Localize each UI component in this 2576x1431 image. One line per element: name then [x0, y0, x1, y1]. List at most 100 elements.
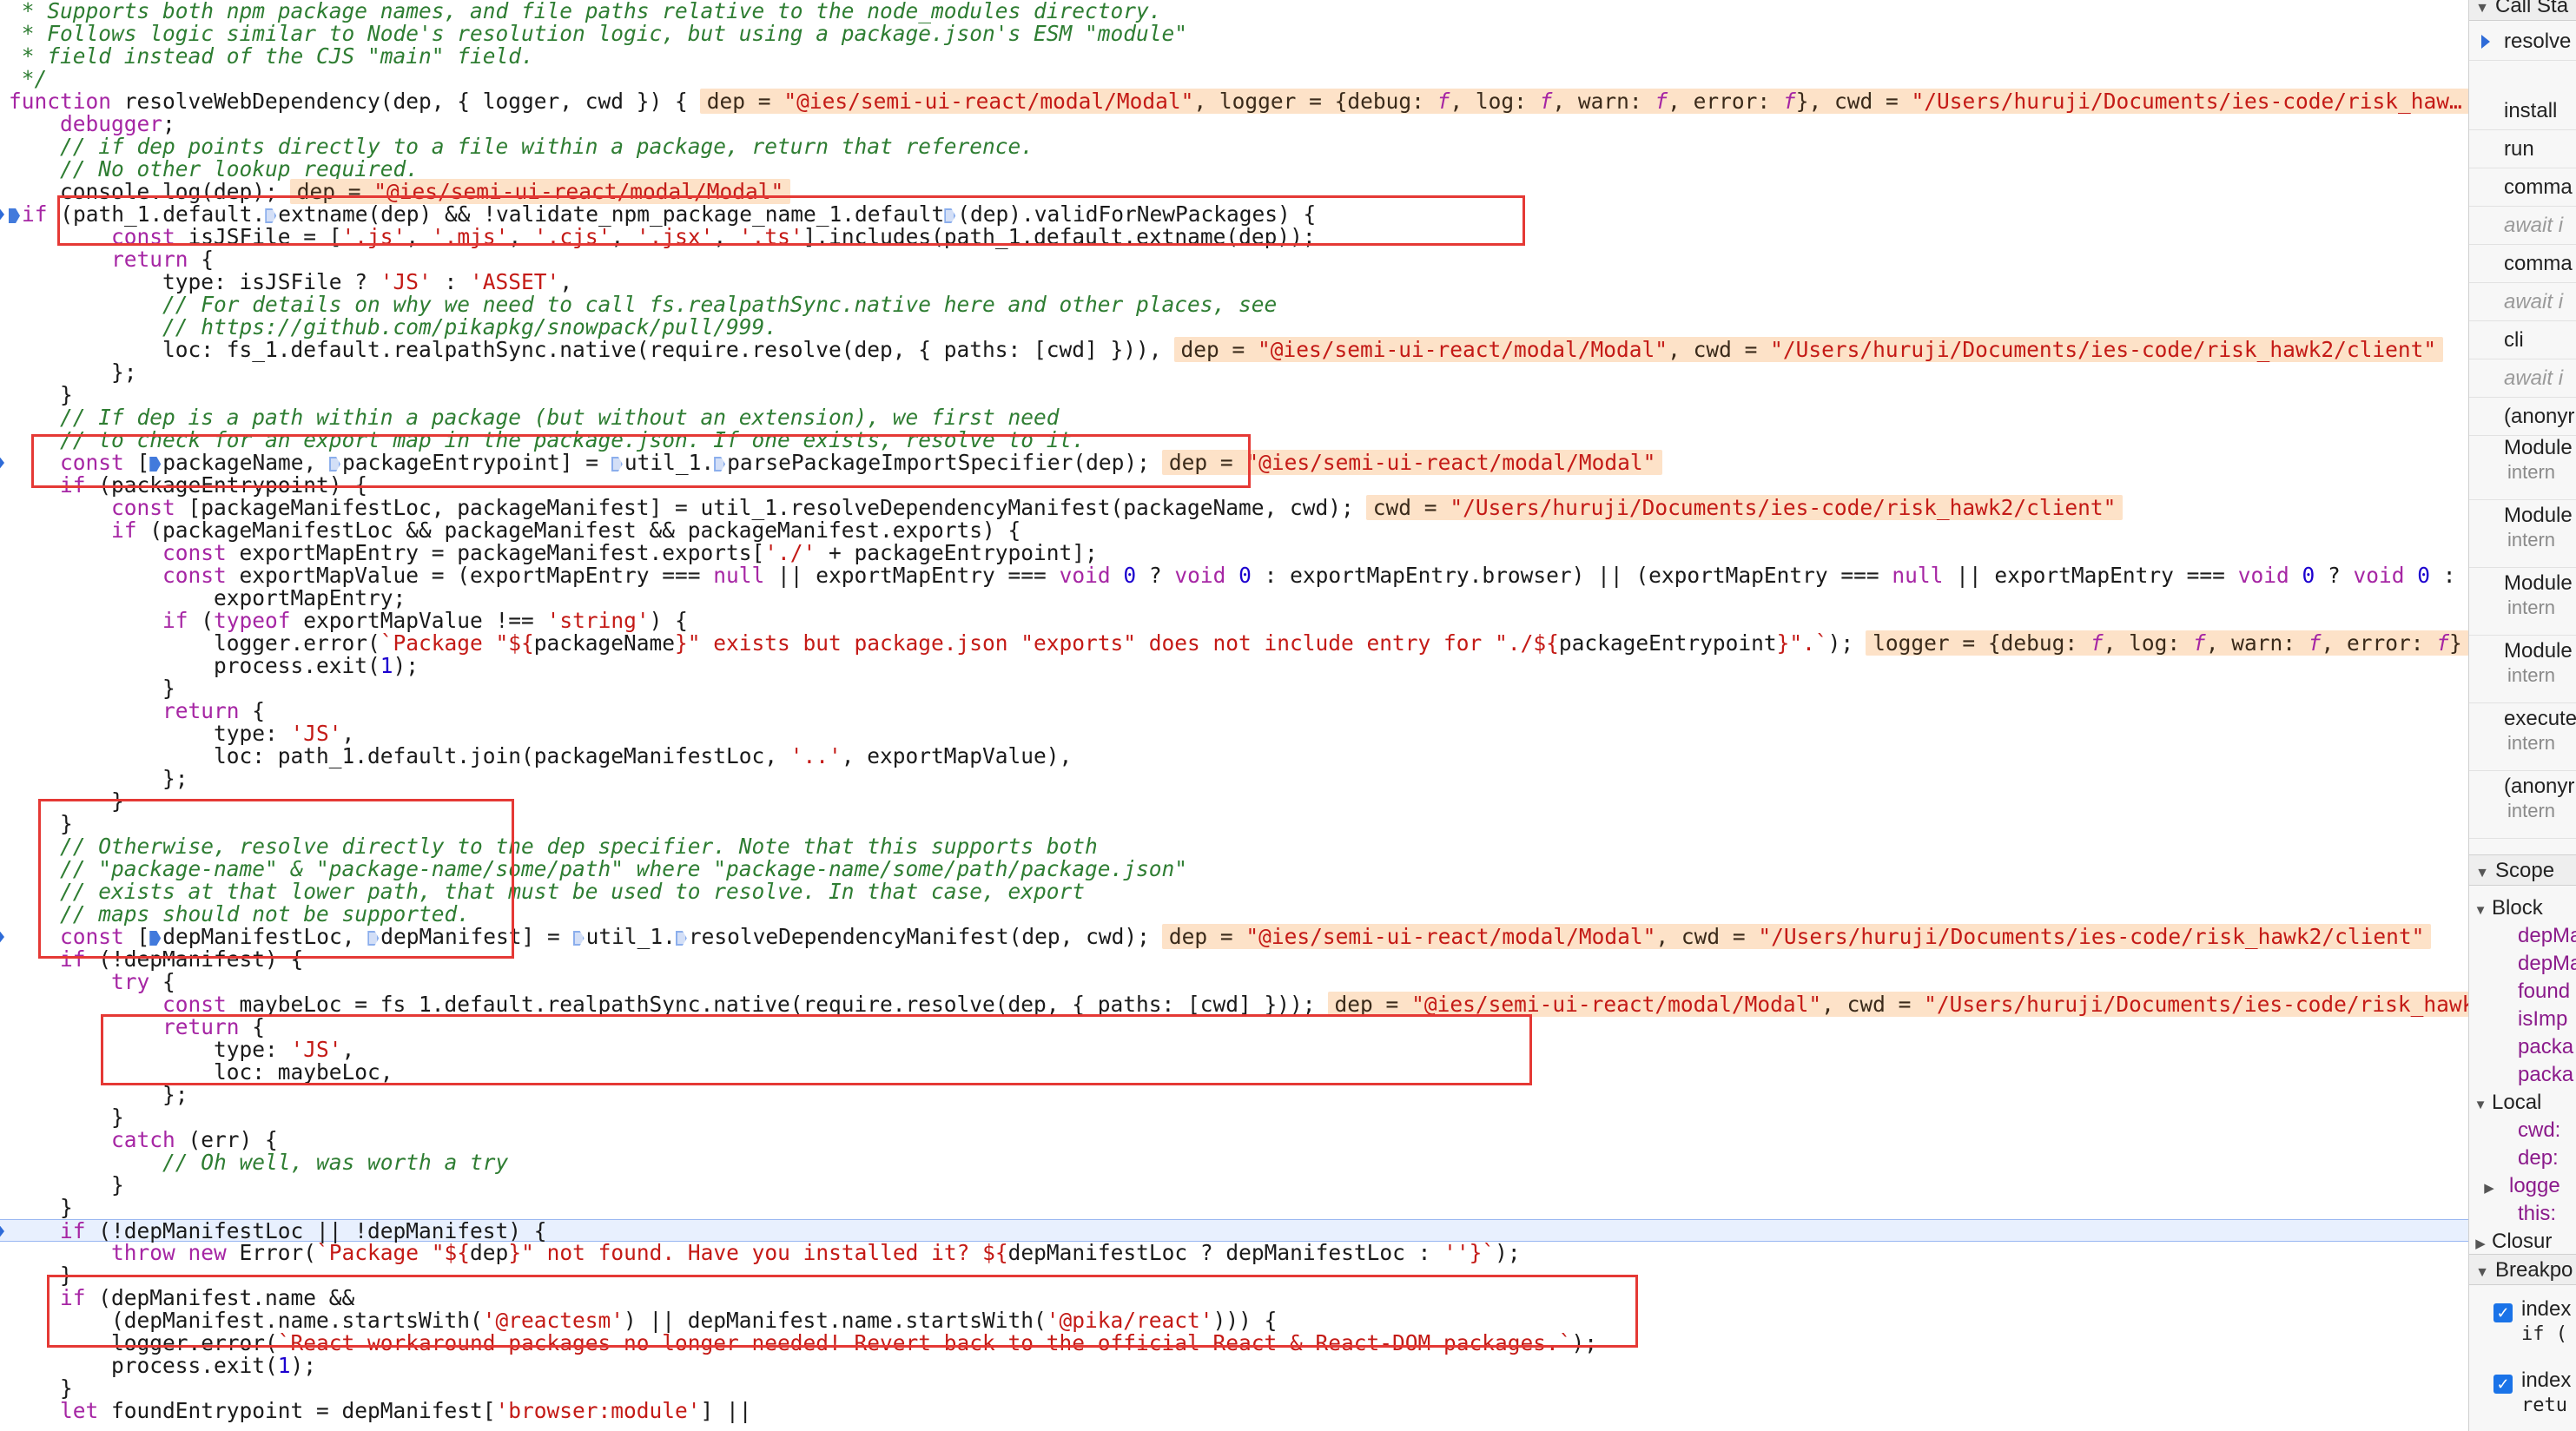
- code-line[interactable]: const exportMapValue = (exportMapEntry =…: [0, 564, 2468, 587]
- call-stack-header[interactable]: ▼ Call Sta: [2469, 0, 2576, 21]
- code-line[interactable]: type: 'JS',: [0, 1039, 2468, 1061]
- code-line[interactable]: if (depManifest.name &&: [0, 1287, 2468, 1309]
- call-stack-frame[interactable]: (anonyr intern: [2469, 775, 2576, 839]
- code-line[interactable]: return {: [0, 1016, 2468, 1039]
- call-stack-frame[interactable]: await i: [2469, 207, 2576, 245]
- code-line[interactable]: // "package-name" & "package-name/some/p…: [0, 858, 2468, 880]
- triangle-down-icon[interactable]: ▼: [2469, 858, 2495, 885]
- scope-variable[interactable]: found: [2469, 978, 2576, 1006]
- inline-breakpoint-icon[interactable]: [714, 457, 726, 472]
- code-line[interactable]: return {: [0, 700, 2468, 722]
- inline-breakpoint-icon[interactable]: [367, 931, 380, 946]
- code-line[interactable]: }: [0, 813, 2468, 835]
- inline-breakpoint-icon[interactable]: [572, 931, 585, 946]
- code-line[interactable]: loc: path_1.default.join(packageManifest…: [0, 745, 2468, 768]
- scope-local[interactable]: ▼ Local: [2469, 1089, 2576, 1117]
- code-line[interactable]: try {: [0, 971, 2468, 993]
- code-line[interactable]: if (path_1.default. extname(dep) && !vali…: [0, 203, 2468, 226]
- code-line[interactable]: type: isJSFile ? 'JS' : 'ASSET',: [0, 271, 2468, 293]
- code-line[interactable]: process.exit(1);: [0, 1355, 2468, 1377]
- triangle-down-icon[interactable]: ▼: [2469, 0, 2495, 20]
- code-line[interactable]: * field instead of the CJS "main" field.: [0, 45, 2468, 68]
- code-line[interactable]: const isJSFile = ['.js', '.mjs', '.cjs',…: [0, 226, 2468, 248]
- call-stack-frame[interactable]: (anonyr: [2469, 398, 2576, 436]
- scope-variable[interactable]: packa: [2469, 1033, 2576, 1061]
- call-stack-frame[interactable]: resolve: [2469, 23, 2576, 61]
- call-stack-frame[interactable]: await i: [2469, 283, 2576, 321]
- code-line[interactable]: }: [0, 677, 2468, 700]
- scope-variable[interactable]: depMa: [2469, 922, 2576, 950]
- call-stack-frame[interactable]: install: [2469, 92, 2576, 130]
- code-line[interactable]: const [depManifestLoc, depManifest] = ut…: [0, 924, 2468, 949]
- code-line[interactable]: // https://github.com/pikapkg/snowpack/p…: [0, 316, 2468, 339]
- scope-variable[interactable]: packa: [2469, 1061, 2576, 1089]
- breakpoint-item[interactable]: ✓ index: [2493, 1297, 2571, 1322]
- code-line[interactable]: }: [0, 1106, 2468, 1129]
- code-line[interactable]: };: [0, 361, 2468, 384]
- inline-breakpoint-icon[interactable]: [149, 931, 162, 946]
- code-line[interactable]: catch (err) {: [0, 1129, 2468, 1151]
- checkbox-checked-icon[interactable]: ✓: [2493, 1375, 2513, 1394]
- breakpoints-header[interactable]: ▼ Breakpo: [2469, 1254, 2576, 1285]
- code-line[interactable]: }: [0, 384, 2468, 406]
- inline-breakpoint-icon[interactable]: [149, 457, 162, 472]
- breakpoint-marker-icon[interactable]: [0, 929, 4, 945]
- code-line[interactable]: const [packageManifestLoc, packageManife…: [0, 495, 2468, 520]
- code-line[interactable]: if (packageEntrypoint) {: [0, 474, 2468, 497]
- code-line[interactable]: // if dep points directly to a file with…: [0, 135, 2468, 158]
- code-line[interactable]: loc: maybeLoc,: [0, 1061, 2468, 1084]
- code-line[interactable]: const maybeLoc = fs_1.default.realpathSy…: [0, 992, 2468, 1017]
- code-line[interactable]: return {: [0, 248, 2468, 271]
- scope-variable[interactable]: isImp: [2469, 1006, 2576, 1033]
- code-line[interactable]: // to check for an export map in the pac…: [0, 429, 2468, 452]
- code-line[interactable]: if (typeof exportMapValue !== 'string') …: [0, 610, 2468, 632]
- code-line[interactable]: * Follows logic similar to Node's resolu…: [0, 23, 2468, 45]
- code-line[interactable]: // Otherwise, resolve directly to the de…: [0, 835, 2468, 858]
- scope-variable[interactable]: ▶ logge: [2469, 1172, 2576, 1200]
- source-editor[interactable]: * Supports both npm package names, and f…: [0, 0, 2468, 1431]
- breakpoint-item[interactable]: ✓ index: [2493, 1368, 2571, 1394]
- code-line[interactable]: }: [0, 790, 2468, 813]
- code-line[interactable]: }: [0, 1174, 2468, 1197]
- triangle-down-icon[interactable]: ▼: [2469, 1257, 2495, 1284]
- code-line[interactable]: logger.error(`Package "${packageName}" e…: [0, 630, 2468, 656]
- code-line[interactable]: };: [0, 1084, 2468, 1106]
- code-line[interactable]: loc: fs_1.default.realpathSync.native(re…: [0, 337, 2468, 362]
- breakpoint-marker-icon[interactable]: [0, 207, 4, 222]
- call-stack-frame[interactable]: await i: [2469, 359, 2576, 398]
- code-line[interactable]: type: 'JS',: [0, 722, 2468, 745]
- inline-breakpoint-icon[interactable]: [611, 457, 623, 472]
- inline-breakpoint-icon[interactable]: [329, 457, 341, 472]
- call-stack-frame[interactable]: Module intern: [2469, 504, 2576, 568]
- code-line[interactable]: // Oh well, was worth a try: [0, 1151, 2468, 1174]
- code-line[interactable]: logger.error(`React workaround packages …: [0, 1332, 2468, 1355]
- code-line[interactable]: debugger;: [0, 113, 2468, 135]
- code-line[interactable]: // No other lookup required.: [0, 158, 2468, 181]
- code-line[interactable]: // exists at that lower path, that must …: [0, 880, 2468, 903]
- code-line[interactable]: }: [0, 1197, 2468, 1219]
- code-line[interactable]: process.exit(1);: [0, 655, 2468, 677]
- scope-block[interactable]: ▼ Block: [2469, 894, 2576, 922]
- breakpoint-marker-icon[interactable]: [0, 455, 4, 471]
- code-line[interactable]: exportMapEntry;: [0, 587, 2468, 610]
- code-line-paused[interactable]: if (!depManifestLoc || !depManifest) {: [0, 1219, 2468, 1243]
- code-line[interactable]: */: [0, 68, 2468, 90]
- call-stack-frame[interactable]: Module intern: [2469, 436, 2576, 500]
- call-stack-frame[interactable]: comma: [2469, 245, 2576, 283]
- checkbox-checked-icon[interactable]: ✓: [2493, 1303, 2513, 1322]
- code-line[interactable]: * Supports both npm package names, and f…: [0, 0, 2468, 23]
- code-line[interactable]: throw new Error(`Package "${dep}" not fo…: [0, 1242, 2468, 1264]
- scope-variable[interactable]: depMa: [2469, 950, 2576, 978]
- breakpoint-marker-icon[interactable]: [0, 1223, 4, 1239]
- code-line[interactable]: let foundEntrypoint = depManifest['brows…: [0, 1400, 2468, 1422]
- inline-breakpoint-icon[interactable]: [265, 208, 277, 223]
- code-line[interactable]: // maps should not be supported.: [0, 903, 2468, 926]
- scope-header[interactable]: ▼ Scope: [2469, 854, 2576, 886]
- code-line[interactable]: (depManifest.name.startsWith('@reactesm'…: [0, 1309, 2468, 1332]
- code-line[interactable]: if (!depManifest) {: [0, 948, 2468, 971]
- call-stack-frame[interactable]: comma: [2469, 168, 2576, 207]
- inline-breakpoint-icon[interactable]: [944, 208, 956, 223]
- code-line[interactable]: const exportMapEntry = packageManifest.e…: [0, 542, 2468, 564]
- inline-breakpoint-icon[interactable]: [675, 931, 687, 946]
- code-line[interactable]: // For details on why we need to call fs…: [0, 293, 2468, 316]
